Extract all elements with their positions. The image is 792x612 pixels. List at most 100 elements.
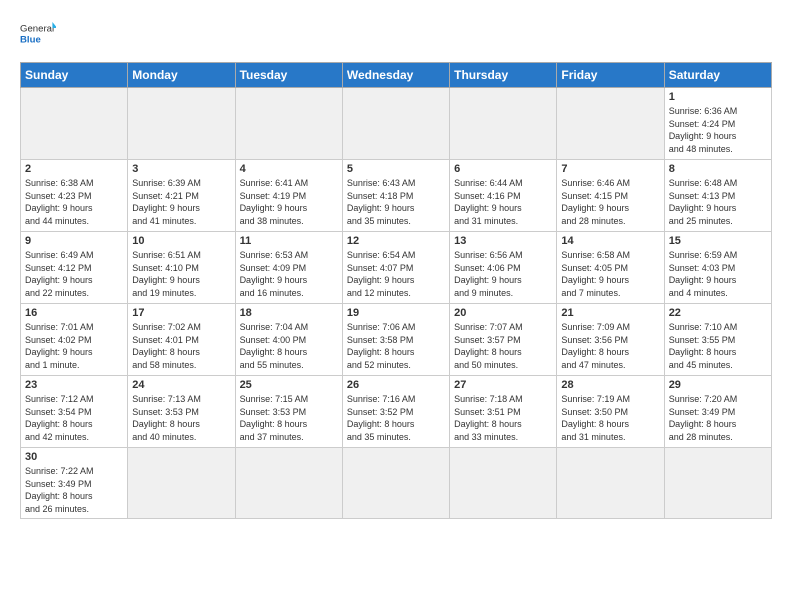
day-info: Sunrise: 7:16 AM Sunset: 3:52 PM Dayligh… (347, 393, 445, 443)
weekday-header-row: Sunday Monday Tuesday Wednesday Thursday… (21, 63, 772, 88)
day-number: 1 (669, 91, 767, 103)
day-number: 18 (240, 307, 338, 319)
day-number: 6 (454, 163, 552, 175)
calendar-day-cell: 13 Sunrise: 6:56 AM Sunset: 4:06 PM Dayli… (450, 232, 557, 304)
svg-text:Blue: Blue (20, 34, 41, 45)
day-info: Sunrise: 7:02 AM Sunset: 4:01 PM Dayligh… (132, 321, 230, 371)
calendar-day-cell: 6 Sunrise: 6:44 AM Sunset: 4:16 PM Daylig… (450, 160, 557, 232)
day-number: 27 (454, 379, 552, 391)
day-info: Sunrise: 7:22 AM Sunset: 3:49 PM Dayligh… (25, 465, 123, 515)
calendar-week-row: 16 Sunrise: 7:01 AM Sunset: 4:02 PM Dayli… (21, 304, 772, 376)
calendar-day-cell: 16 Sunrise: 7:01 AM Sunset: 4:02 PM Dayli… (21, 304, 128, 376)
header-thursday: Thursday (450, 63, 557, 88)
header-monday: Monday (128, 63, 235, 88)
day-number: 11 (240, 235, 338, 247)
calendar-day-cell: 3 Sunrise: 6:39 AM Sunset: 4:21 PM Daylig… (128, 160, 235, 232)
calendar-day-cell: 2Sunrise: 6:38 AM Sunset: 4:23 PM Daylig… (21, 160, 128, 232)
calendar-day-cell: 28 Sunrise: 7:19 AM Sunset: 3:50 PM Dayli… (557, 376, 664, 448)
calendar-day-cell: 5Sunrise: 6:43 AM Sunset: 4:18 PM Daylig… (342, 160, 449, 232)
day-number: 19 (347, 307, 445, 319)
calendar-day-cell: 7Sunrise: 6:46 AM Sunset: 4:15 PM Daylig… (557, 160, 664, 232)
day-info: Sunrise: 7:12 AM Sunset: 3:54 PM Dayligh… (25, 393, 123, 443)
calendar-day-cell: 22Sunrise: 7:10 AM Sunset: 3:55 PM Dayli… (664, 304, 771, 376)
page: General Blue Sunday Monday Tuesday Wedne… (0, 0, 792, 612)
calendar-day-cell: 15Sunrise: 6:59 AM Sunset: 4:03 PM Dayli… (664, 232, 771, 304)
calendar-day-cell: 8 Sunrise: 6:48 AM Sunset: 4:13 PM Daylig… (664, 160, 771, 232)
calendar-table: Sunday Monday Tuesday Wednesday Thursday… (20, 62, 772, 519)
day-number: 17 (132, 307, 230, 319)
svg-text:General: General (20, 24, 54, 35)
day-number: 20 (454, 307, 552, 319)
calendar-day-cell: 29 Sunrise: 7:20 AM Sunset: 3:49 PM Dayli… (664, 376, 771, 448)
day-number: 9 (25, 235, 123, 247)
calendar-day-cell (342, 448, 449, 519)
calendar-day-cell: 9 Sunrise: 6:49 AM Sunset: 4:12 PM Daylig… (21, 232, 128, 304)
day-info: Sunrise: 7:07 AM Sunset: 3:57 PM Dayligh… (454, 321, 552, 371)
logo: General Blue (20, 16, 56, 52)
day-info: Sunrise: 6:38 AM Sunset: 4:23 PM Dayligh… (25, 177, 123, 227)
calendar-day-cell: 25Sunrise: 7:15 AM Sunset: 3:53 PM Dayli… (235, 376, 342, 448)
calendar-week-row: 9 Sunrise: 6:49 AM Sunset: 4:12 PM Daylig… (21, 232, 772, 304)
day-info: Sunrise: 7:18 AM Sunset: 3:51 PM Dayligh… (454, 393, 552, 443)
day-number: 10 (132, 235, 230, 247)
day-number: 24 (132, 379, 230, 391)
calendar-day-cell (557, 448, 664, 519)
calendar-week-row: 30Sunrise: 7:22 AM Sunset: 3:49 PM Dayli… (21, 448, 772, 519)
day-info: Sunrise: 6:53 AM Sunset: 4:09 PM Dayligh… (240, 249, 338, 299)
day-number: 16 (25, 307, 123, 319)
day-info: Sunrise: 6:49 AM Sunset: 4:12 PM Dayligh… (25, 249, 123, 299)
header-tuesday: Tuesday (235, 63, 342, 88)
day-info: Sunrise: 6:41 AM Sunset: 4:19 PM Dayligh… (240, 177, 338, 227)
day-number: 29 (669, 379, 767, 391)
calendar-day-cell: 18 Sunrise: 7:04 AM Sunset: 4:00 PM Dayli… (235, 304, 342, 376)
calendar-day-cell (450, 88, 557, 160)
header-section: General Blue (20, 16, 772, 52)
calendar-day-cell (128, 88, 235, 160)
calendar-day-cell (21, 88, 128, 160)
day-info: Sunrise: 7:09 AM Sunset: 3:56 PM Dayligh… (561, 321, 659, 371)
calendar-day-cell (342, 88, 449, 160)
day-info: Sunrise: 6:58 AM Sunset: 4:05 PM Dayligh… (561, 249, 659, 299)
calendar-day-cell (557, 88, 664, 160)
header-sunday: Sunday (21, 63, 128, 88)
calendar-day-cell: 17 Sunrise: 7:02 AM Sunset: 4:01 PM Dayli… (128, 304, 235, 376)
calendar-day-cell: 14 Sunrise: 6:58 AM Sunset: 4:05 PM Dayli… (557, 232, 664, 304)
calendar-week-row: 2Sunrise: 6:38 AM Sunset: 4:23 PM Daylig… (21, 160, 772, 232)
calendar-day-cell: 12 Sunrise: 6:54 AM Sunset: 4:07 PM Dayli… (342, 232, 449, 304)
day-info: Sunrise: 7:04 AM Sunset: 4:00 PM Dayligh… (240, 321, 338, 371)
day-number: 26 (347, 379, 445, 391)
header-wednesday: Wednesday (342, 63, 449, 88)
day-number: 12 (347, 235, 445, 247)
generalblue-logo-icon: General Blue (20, 16, 56, 52)
day-info: Sunrise: 7:13 AM Sunset: 3:53 PM Dayligh… (132, 393, 230, 443)
day-info: Sunrise: 7:20 AM Sunset: 3:49 PM Dayligh… (669, 393, 767, 443)
header-friday: Friday (557, 63, 664, 88)
day-info: Sunrise: 6:36 AM Sunset: 4:24 PM Dayligh… (669, 105, 767, 155)
day-info: Sunrise: 7:15 AM Sunset: 3:53 PM Dayligh… (240, 393, 338, 443)
calendar-day-cell: 19Sunrise: 7:06 AM Sunset: 3:58 PM Dayli… (342, 304, 449, 376)
day-info: Sunrise: 6:51 AM Sunset: 4:10 PM Dayligh… (132, 249, 230, 299)
day-number: 8 (669, 163, 767, 175)
calendar-day-cell: 24 Sunrise: 7:13 AM Sunset: 3:53 PM Dayli… (128, 376, 235, 448)
day-number: 13 (454, 235, 552, 247)
day-info: Sunrise: 6:39 AM Sunset: 4:21 PM Dayligh… (132, 177, 230, 227)
day-info: Sunrise: 6:59 AM Sunset: 4:03 PM Dayligh… (669, 249, 767, 299)
calendar-day-cell (450, 448, 557, 519)
calendar-day-cell: 11 Sunrise: 6:53 AM Sunset: 4:09 PM Dayli… (235, 232, 342, 304)
day-number: 3 (132, 163, 230, 175)
day-number: 4 (240, 163, 338, 175)
calendar-day-cell: 4 Sunrise: 6:41 AM Sunset: 4:19 PM Daylig… (235, 160, 342, 232)
day-info: Sunrise: 6:48 AM Sunset: 4:13 PM Dayligh… (669, 177, 767, 227)
day-info: Sunrise: 7:01 AM Sunset: 4:02 PM Dayligh… (25, 321, 123, 371)
day-info: Sunrise: 6:44 AM Sunset: 4:16 PM Dayligh… (454, 177, 552, 227)
day-number: 28 (561, 379, 659, 391)
calendar-day-cell: 10 Sunrise: 6:51 AM Sunset: 4:10 PM Dayli… (128, 232, 235, 304)
calendar-day-cell: 1 Sunrise: 6:36 AM Sunset: 4:24 PM Daylig… (664, 88, 771, 160)
day-info: Sunrise: 6:56 AM Sunset: 4:06 PM Dayligh… (454, 249, 552, 299)
day-number: 14 (561, 235, 659, 247)
day-number: 22 (669, 307, 767, 319)
day-number: 7 (561, 163, 659, 175)
day-info: Sunrise: 6:54 AM Sunset: 4:07 PM Dayligh… (347, 249, 445, 299)
day-number: 21 (561, 307, 659, 319)
day-info: Sunrise: 7:19 AM Sunset: 3:50 PM Dayligh… (561, 393, 659, 443)
